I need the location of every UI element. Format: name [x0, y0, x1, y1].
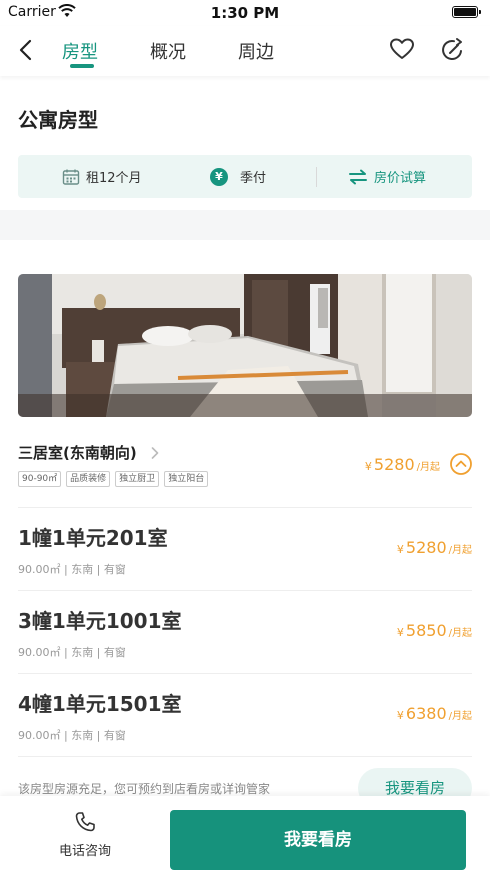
unit-row[interactable]: 3幢1单元1001室 90.00㎡ | 东南 | 有窗 ¥ 5850 /月起 [18, 590, 472, 673]
unit-price: ¥ 5280 /月起 [397, 538, 472, 557]
price-value: 6380 [405, 704, 447, 723]
unit-name: 1幢1单元201室 [18, 526, 168, 550]
chevron-up-circle-icon[interactable] [449, 452, 473, 476]
unit-meta: 90.00㎡ | 东南 | 有窗 [18, 729, 126, 742]
tab-room-types[interactable]: 房型 [62, 38, 98, 64]
price-yen-symbol: ¥ [364, 460, 372, 473]
bottom-action-bar: 电话咨询 我要看房 [0, 796, 490, 876]
divider [316, 167, 317, 187]
layout-title[interactable]: 三居室(东南朝向) [18, 442, 159, 463]
tab-surroundings[interactable]: 周边 [238, 38, 274, 64]
layout-title-text: 三居室(东南朝向) [18, 444, 137, 462]
battery-icon [452, 6, 481, 18]
price-calculator-label: 房价试算 [374, 171, 427, 186]
price-value: 5850 [405, 621, 447, 640]
phone-icon [75, 812, 95, 832]
price-yen-symbol: ¥ [396, 626, 404, 639]
availability-hint: 该房型房源充足，您可预约到店看房或详询管家 [18, 782, 271, 796]
divider [18, 756, 472, 757]
price-unit: /月起 [448, 711, 472, 722]
price-calculator-button[interactable]: 房价试算 [348, 167, 426, 186]
price-value: 5280 [405, 538, 447, 557]
price-yen-symbol: ¥ [396, 543, 404, 556]
price-unit: /月起 [448, 628, 472, 639]
layout-tag: 品质装修 [66, 471, 111, 487]
lease-term[interactable]: 租12个月 [62, 167, 142, 186]
unit-name: 3幢1单元1001室 [18, 609, 182, 633]
calendar-icon [62, 169, 80, 185]
status-bar: Carrier 1:30 PM [0, 0, 490, 26]
payment-cycle[interactable]: ¥ 季付 [210, 167, 266, 186]
layout-price: ¥ 5280 /月起 [365, 455, 440, 474]
price-unit: /月起 [416, 462, 440, 473]
price-unit: /月起 [448, 545, 472, 556]
tab-overview[interactable]: 概况 [150, 38, 186, 64]
lease-term-label: 租12个月 [86, 171, 142, 186]
status-time: 1:30 PM [210, 4, 280, 22]
unit-name: 4幢1单元1501室 [18, 692, 182, 716]
phone-consult-button[interactable]: 电话咨询 [55, 810, 115, 859]
unit-price: ¥ 5850 /月起 [397, 621, 472, 640]
layout-tag: 独立阳台 [164, 471, 209, 487]
section-title: 公寓房型 [18, 108, 98, 132]
share-icon[interactable] [440, 37, 466, 63]
unit-row[interactable]: 1幢1单元201室 90.00㎡ | 东南 | 有窗 ¥ 5280 /月起 [18, 507, 472, 590]
info-strip: 租12个月 ¥ 季付 房价试算 [18, 155, 472, 198]
layout-tags: 90-90㎡ 品质装修 独立厨卫 独立阳台 [18, 471, 213, 487]
nav-bar: 房型 概况 周边 [0, 26, 490, 76]
room-photo[interactable] [18, 274, 472, 417]
yen-icon: ¥ [210, 167, 228, 186]
chevron-right-icon [151, 446, 159, 459]
book-visit-button[interactable]: 我要看房 [170, 810, 466, 870]
exchange-icon [349, 169, 367, 184]
unit-meta: 90.00㎡ | 东南 | 有窗 [18, 563, 126, 576]
price-yen-symbol: ¥ [396, 709, 404, 722]
active-tab-indicator [70, 64, 94, 68]
unit-meta: 90.00㎡ | 东南 | 有窗 [18, 646, 126, 659]
layout-tag: 90-90㎡ [18, 471, 62, 487]
section-separator [0, 210, 490, 240]
layout-tag: 独立厨卫 [115, 471, 160, 487]
payment-cycle-label: 季付 [240, 171, 267, 186]
unit-row[interactable]: 4幢1单元1501室 90.00㎡ | 东南 | 有窗 ¥ 6380 /月起 [18, 673, 472, 756]
unit-price: ¥ 6380 /月起 [397, 704, 472, 723]
phone-consult-label: 电话咨询 [58, 844, 111, 859]
heart-icon[interactable] [389, 37, 415, 61]
price-value: 5280 [373, 455, 415, 474]
back-arrow-icon[interactable] [14, 36, 38, 64]
